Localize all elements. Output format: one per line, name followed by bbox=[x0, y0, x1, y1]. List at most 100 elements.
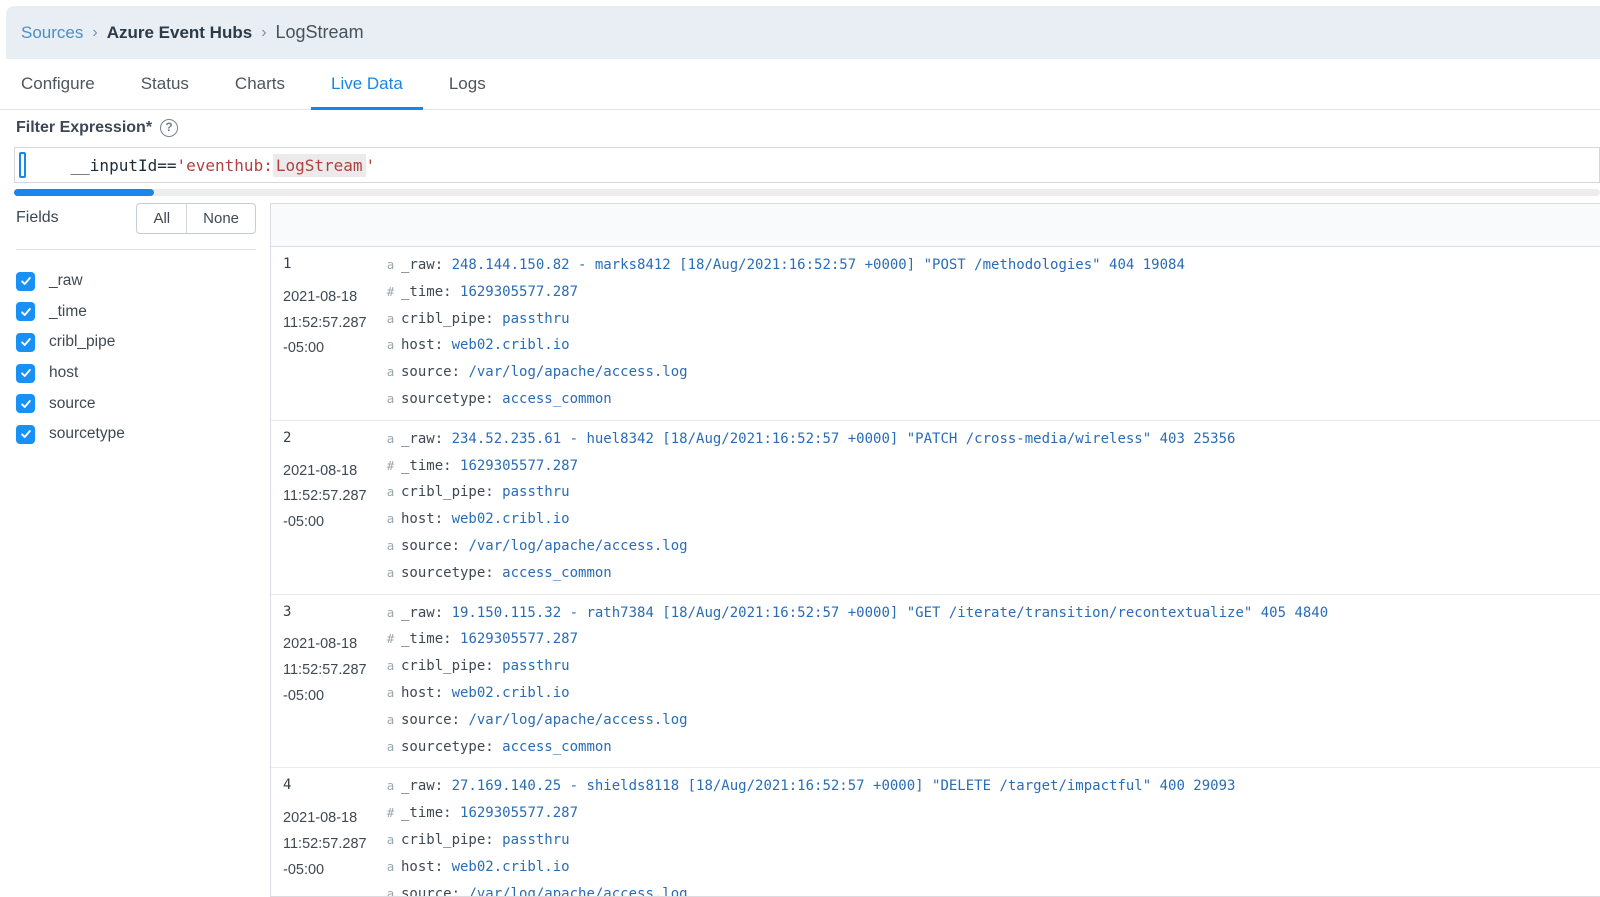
field-name: source: bbox=[401, 537, 469, 554]
string-type-icon: a bbox=[386, 364, 395, 380]
checkbox-source[interactable] bbox=[16, 394, 35, 414]
tab-live-data[interactable]: Live Data bbox=[311, 59, 423, 110]
string-type-icon: a bbox=[386, 257, 395, 272]
field-toggle-source[interactable]: source bbox=[16, 388, 256, 419]
breadcrumb-item-azure-event-hubs: Azure Event Hubs bbox=[106, 22, 253, 42]
field-name: sourcetype: bbox=[401, 738, 503, 755]
event-field-cribl-pipe: a cribl_pipe: passthru bbox=[384, 653, 1600, 680]
number-type-icon: # bbox=[386, 805, 395, 821]
field-value: 27.169.140.25 - shields8118 [18/Aug/2021… bbox=[451, 778, 1236, 795]
event-meta: 1 2021-08-18 11:52:57.287 -05:00 bbox=[271, 252, 384, 413]
string-type-icon: a bbox=[386, 537, 395, 553]
field-toggle-raw[interactable]: _raw bbox=[16, 266, 256, 297]
check-icon bbox=[20, 277, 31, 286]
checkbox-host[interactable] bbox=[16, 363, 35, 383]
field-value: access_common bbox=[502, 564, 612, 581]
field-name: cribl_pipe: bbox=[401, 831, 503, 848]
tab-charts[interactable]: Charts bbox=[215, 59, 305, 109]
event-timezone: -05:00 bbox=[283, 340, 325, 357]
event-field-source: a source: /var/log/apache/access.log bbox=[384, 359, 1600, 386]
number-type-icon: # bbox=[386, 631, 395, 647]
event-field-time: # _time: 1629305577.287 bbox=[384, 279, 1600, 306]
string-type-icon: a bbox=[386, 658, 395, 674]
field-name: _raw: bbox=[401, 430, 452, 447]
string-type-icon: a bbox=[386, 831, 395, 847]
field-list: _raw _time cribl_pipehost source sourcetype bbox=[16, 266, 256, 450]
event-date: 2021-08-18 bbox=[283, 288, 358, 305]
field-name: cribl_pipe: bbox=[401, 310, 503, 327]
number-type-icon: # bbox=[386, 283, 395, 299]
field-label-source: source bbox=[49, 394, 96, 412]
field-name: source: bbox=[401, 364, 469, 381]
event-field-host: a host: web02.cribl.io bbox=[384, 854, 1600, 881]
checkbox-sourcetype[interactable] bbox=[16, 424, 35, 444]
event-field-source: a source: /var/log/apache/access.log bbox=[384, 533, 1600, 560]
event-row-3[interactable]: 3 2021-08-18 11:52:57.287 -05:00 a _raw: 19.1… bbox=[271, 595, 1600, 769]
event-timezone: -05:00 bbox=[283, 687, 325, 704]
checkbox-raw[interactable] bbox=[16, 271, 35, 291]
event-date: 2021-08-18 bbox=[283, 462, 358, 479]
field-value: 248.144.150.82 - marks8412 [18/Aug/2021:… bbox=[451, 257, 1185, 273]
help-icon[interactable]: ? bbox=[160, 119, 179, 137]
event-timezone: -05:00 bbox=[283, 861, 325, 878]
field-value: web02.cribl.io bbox=[451, 684, 570, 701]
field-value: 234.52.235.61 - huel8342 [18/Aug/2021:16… bbox=[451, 430, 1236, 447]
string-type-icon: a bbox=[386, 337, 395, 353]
filter-expression-string-close: ' bbox=[365, 155, 376, 175]
filter-expression-label-row: Filter Expression* ? bbox=[16, 119, 179, 137]
field-name: _time: bbox=[401, 283, 461, 300]
check-icon bbox=[20, 307, 31, 316]
field-value: 19.150.115.32 - rath7384 [18/Aug/2021:16… bbox=[451, 604, 1329, 621]
field-value: passthru bbox=[502, 658, 570, 675]
event-row-4[interactable]: 4 2021-08-18 11:52:57.287 -05:00 a _raw: 27.1… bbox=[271, 768, 1600, 897]
filter-expression-input[interactable]: __inputId=='eventhub: LogStream ' bbox=[14, 147, 1600, 183]
tab-logs[interactable]: Logs bbox=[429, 59, 506, 109]
field-toggle-host[interactable]: host bbox=[16, 358, 256, 389]
event-number: 1 bbox=[283, 256, 292, 272]
tab-bar: Configure Status Charts Live Data Logs bbox=[0, 59, 1600, 110]
fields-panel-title: Fields bbox=[16, 209, 59, 226]
field-select-button-group: All None bbox=[136, 202, 256, 234]
string-type-icon: a bbox=[386, 484, 395, 500]
fields-panel: Fields All None _raw _time cribl_pipehost s… bbox=[16, 201, 256, 450]
event-list: 1 2021-08-18 11:52:57.287 -05:00 a _raw: 248.… bbox=[271, 247, 1600, 897]
select-none-button[interactable]: None bbox=[186, 203, 255, 233]
check-icon bbox=[20, 338, 31, 347]
event-field-cribl-pipe: a cribl_pipe: passthru bbox=[384, 479, 1600, 506]
event-field-source: a source: /var/log/apache/access.log bbox=[384, 707, 1600, 734]
select-all-button[interactable]: All bbox=[137, 204, 186, 233]
event-time: 11:52:57.287 bbox=[283, 835, 367, 852]
event-row-2[interactable]: 2 2021-08-18 11:52:57.287 -05:00 a _raw: 234.… bbox=[271, 421, 1600, 595]
field-name: _time: bbox=[401, 457, 461, 474]
checkbox-time[interactable] bbox=[16, 302, 35, 322]
tab-configure[interactable]: Configure bbox=[1, 59, 115, 109]
field-value: /var/log/apache/access.log bbox=[468, 885, 688, 897]
event-row-1[interactable]: 1 2021-08-18 11:52:57.287 -05:00 a _raw: 248.… bbox=[271, 247, 1600, 421]
checkbox-cribl-pipe[interactable] bbox=[16, 332, 35, 352]
field-name: host: bbox=[401, 337, 452, 354]
filter-expression-string-open: 'eventhub: bbox=[176, 155, 273, 175]
field-name: sourcetype: bbox=[401, 390, 503, 407]
field-name: host: bbox=[401, 684, 452, 701]
event-field-sourcetype: a sourcetype: access_common bbox=[384, 734, 1600, 761]
event-field-sourcetype: a sourcetype: access_common bbox=[384, 560, 1600, 587]
field-toggle-time[interactable]: _time bbox=[16, 297, 256, 328]
string-type-icon: a bbox=[386, 885, 395, 897]
field-name: sourcetype: bbox=[401, 564, 503, 581]
string-type-icon: a bbox=[386, 390, 395, 406]
string-type-icon: a bbox=[386, 511, 395, 527]
event-fields: a _raw: 19.150.115.32 - rath7384 [18/Aug/… bbox=[384, 600, 1600, 761]
event-field-host: a host: web02.cribl.io bbox=[384, 332, 1600, 359]
breadcrumb-item-sources[interactable]: Sources bbox=[21, 23, 83, 43]
fields-divider bbox=[16, 249, 256, 250]
field-toggle-sourcetype[interactable]: sourcetype bbox=[16, 419, 256, 450]
filter-expression-highlight: LogStream bbox=[272, 153, 366, 177]
field-label-time: _time bbox=[49, 302, 87, 320]
tab-status[interactable]: Status bbox=[121, 59, 209, 109]
event-fields: a _raw: 27.169.140.25 - shields8118 [18/A… bbox=[384, 773, 1600, 897]
event-field-time: # _time: 1629305577.287 bbox=[384, 800, 1600, 827]
field-toggle-cribl-pipe[interactable]: cribl_pipe bbox=[16, 327, 256, 358]
field-label-cribl-pipe: cribl_pipe bbox=[49, 333, 116, 351]
capture-progress-fill bbox=[14, 189, 154, 196]
field-name: cribl_pipe: bbox=[401, 484, 503, 501]
